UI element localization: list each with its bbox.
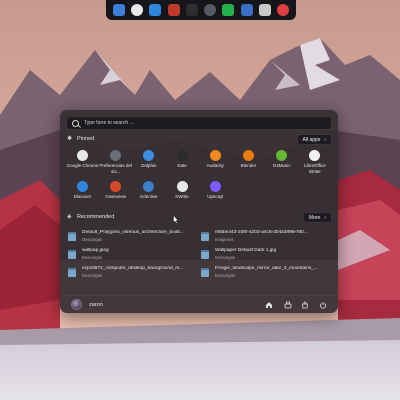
mouse-cursor-icon: [173, 215, 179, 224]
search-input[interactable]: Type here to search ...: [66, 116, 332, 130]
pinned-app[interactable]: Dolphin: [132, 149, 165, 177]
tag-icon: ◈: [67, 214, 72, 220]
pinned-app[interactable]: Audacity: [199, 149, 232, 177]
pinned-app-label: LibreOffice Writer: [304, 163, 326, 174]
discover-icon[interactable]: [149, 4, 162, 16]
folder-icon: [143, 150, 155, 161]
pinned-app-label: Blender: [240, 163, 257, 168]
image-file-icon: [201, 232, 209, 241]
preferences-icon: [110, 150, 122, 161]
pinned-app-label: Audacity: [206, 163, 224, 168]
all-apps-label: All apps: [302, 136, 321, 143]
pin-icon: ✱: [67, 136, 73, 142]
store-icon[interactable]: [240, 4, 253, 16]
file-folder: Descargas: [82, 254, 103, 260]
image-file-icon: [68, 268, 76, 277]
pinned-app-label: KWrite: [175, 194, 189, 199]
image-file-icon: [68, 250, 76, 259]
launcher-footer: zaron: [60, 295, 338, 313]
pinned-app-label: Discover: [73, 194, 92, 199]
pinned-app[interactable]: G4Music: [265, 149, 298, 177]
recommended-file[interactable]: wallpap.jpeg Descargas: [68, 248, 198, 266]
pinned-app-label: G4Music: [272, 163, 291, 168]
image-file-icon: [68, 232, 76, 241]
file-folder: Descargas: [82, 272, 103, 278]
pinned-app[interactable]: LibreOffice Writer: [298, 149, 331, 177]
terminal-icon[interactable]: [185, 4, 198, 16]
pinned-app-label: Gwenview: [105, 194, 127, 199]
chevron-right-icon: ›: [324, 136, 326, 143]
settings-icon[interactable]: [204, 4, 217, 16]
green-app-icon[interactable]: [222, 4, 235, 16]
gwenview-icon: [110, 181, 122, 192]
search-placeholder: Type here to search ...: [84, 120, 134, 126]
kate-icon: [176, 150, 188, 161]
pinned-app-label: Preferencias del sis...: [99, 163, 132, 174]
pinned-header: ✱ Pinned: [67, 136, 94, 142]
avatar[interactable]: [71, 299, 82, 310]
file-folder: Imágenes: [215, 236, 234, 242]
file-folder: Descargas: [215, 254, 236, 260]
image-file-icon: [201, 268, 209, 277]
recommended-header: ◈ Recommended: [67, 214, 114, 220]
top-dock: [106, 0, 296, 20]
chrome-icon: [77, 150, 88, 161]
music-icon: [276, 150, 288, 161]
blender-icon: [243, 150, 254, 161]
store-icon[interactable]: [300, 300, 310, 310]
file-folder: Descargas: [215, 272, 236, 278]
recommended-file[interactable]: Default_Polygons_vitreous_architecture_b…: [68, 230, 198, 248]
pinned-app-label: Google Chrome: [66, 163, 99, 168]
image-viewer-icon[interactable]: [167, 4, 180, 16]
chevron-right-icon: ›: [324, 214, 326, 221]
all-apps-button[interactable]: All apps ›: [296, 134, 332, 145]
pinned-app-label: Upscayl: [207, 194, 224, 199]
chrome-icon[interactable]: [131, 4, 144, 16]
kdenlive-icon: [143, 181, 155, 192]
app-launcher: Type here to search ... ✱ Pinned All app…: [60, 110, 338, 313]
pinned-app-label: Kdenlive: [140, 194, 158, 199]
pinned-app[interactable]: Discover: [66, 180, 99, 208]
pinned-app[interactable]: Preferencias del sis...: [99, 149, 132, 177]
recommended-file[interactable]: FAngie_landscape_mirror_lake_3_mountains…: [201, 266, 331, 284]
search-icon: [72, 119, 79, 127]
settings-icon[interactable]: [283, 300, 293, 310]
pinned-app[interactable]: Upscayl: [199, 180, 232, 208]
pinned-app-label: Kate: [177, 163, 187, 168]
audacity-icon: [209, 150, 221, 161]
home-icon[interactable]: [264, 300, 274, 310]
recommended-file[interactable]: ezpz5872_computer_desktop_background_m..…: [68, 266, 198, 284]
kite-icon[interactable]: [258, 4, 271, 16]
pinned-app[interactable]: Kate: [166, 149, 199, 177]
files-icon[interactable]: [113, 4, 125, 16]
power-icon[interactable]: [318, 300, 328, 310]
upscayl-icon: [209, 181, 221, 192]
pinned-app-label: Dolphin: [141, 163, 157, 168]
kwrite-icon: [176, 181, 188, 192]
recommended-file[interactable]: e55be443-24f0-4203-a4c8-d04a3f99e760... I…: [201, 230, 331, 248]
writer-icon: [309, 150, 321, 161]
username[interactable]: zaron: [89, 302, 103, 308]
image-file-icon: [201, 250, 209, 259]
pinned-app[interactable]: Gwenview: [99, 180, 132, 208]
pinned-title: Pinned: [77, 136, 95, 142]
file-folder: Descargas: [82, 236, 103, 242]
more-label: More: [308, 214, 321, 221]
recommended-title: Recommended: [77, 214, 115, 220]
recommended-file[interactable]: Wallpaper Default Dark 1.jpg Descargas: [201, 248, 331, 266]
discover-icon: [77, 181, 88, 192]
more-button[interactable]: More ›: [302, 212, 332, 223]
user-app-icon[interactable]: [276, 4, 289, 16]
pinned-app[interactable]: Blender: [232, 149, 265, 177]
pinned-app[interactable]: Google Chrome: [66, 149, 99, 177]
pinned-app[interactable]: Kdenlive: [132, 180, 165, 208]
pinned-app[interactable]: KWrite: [166, 180, 199, 208]
